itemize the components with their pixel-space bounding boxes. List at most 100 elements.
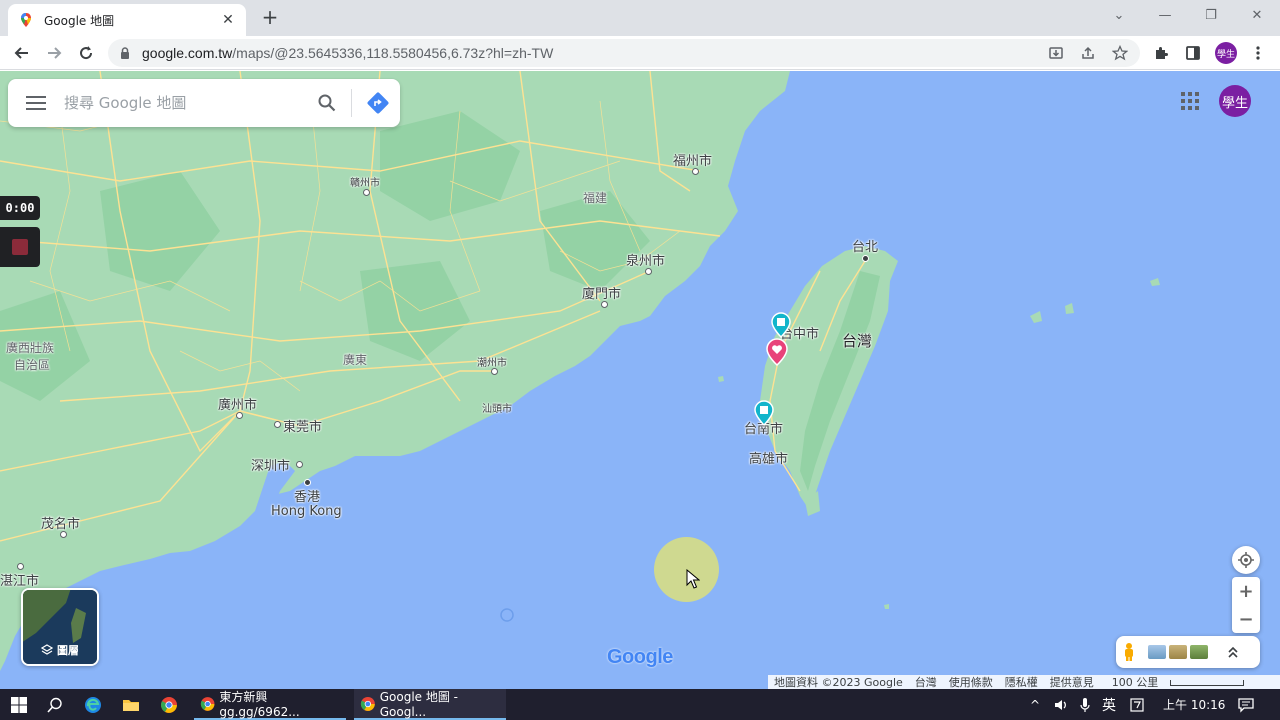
- browser-tab-strip: Google 地圖 ✕ + ⌄ — ❐ ✕: [0, 0, 1280, 36]
- account-avatar[interactable]: 學生: [1219, 85, 1251, 117]
- terms-link[interactable]: 使用條款: [949, 674, 993, 690]
- clock[interactable]: 上午 10:16: [1163, 689, 1225, 720]
- side-panel-icon[interactable]: [1182, 42, 1204, 64]
- map-label-guangdong[interactable]: 廣東: [343, 351, 367, 368]
- window-close-button[interactable]: ✕: [1234, 0, 1280, 30]
- ime-mode-icon[interactable]: [1130, 689, 1144, 720]
- back-button[interactable]: [8, 39, 36, 67]
- edge-button[interactable]: [82, 689, 104, 720]
- map-label-ganzhou[interactable]: 贛州市: [350, 174, 380, 189]
- map-label-hongkong-en[interactable]: Hong Kong: [271, 504, 342, 519]
- install-app-icon[interactable]: [1046, 43, 1066, 63]
- map-canvas[interactable]: 福州市 福建 贛州市 泉州市 廈門市 台北 台中市 台灣 台南市 高雄市 廣西壯…: [0, 71, 1280, 689]
- microphone-icon[interactable]: [1080, 689, 1090, 720]
- taskbar-app-chrome-window-2[interactable]: Google 地圖 - Googl...: [354, 689, 506, 720]
- address-bar[interactable]: google.com.tw/maps/@23.5645336,118.55804…: [108, 39, 1140, 67]
- file-explorer-button[interactable]: [120, 689, 142, 720]
- map-label-quanzhou[interactable]: 泉州市: [626, 250, 665, 269]
- map-label-dongguan[interactable]: 東莞市: [283, 416, 322, 435]
- map-label-kaohsiung[interactable]: 高雄市: [749, 448, 788, 467]
- layers-label: 圖層: [57, 644, 79, 657]
- expand-chevron-icon[interactable]: [1227, 645, 1239, 659]
- map-label-xiamen[interactable]: 廈門市: [582, 283, 621, 302]
- imagery-thumbnail-2[interactable]: [1169, 645, 1187, 659]
- map-label-guangxi-2[interactable]: 自治區: [14, 356, 50, 373]
- map-bottom-tools: [1116, 636, 1260, 668]
- share-icon[interactable]: [1078, 43, 1098, 63]
- city-dot: [236, 412, 243, 419]
- search-icon: [318, 94, 336, 112]
- google-logo: Google: [607, 646, 673, 669]
- browser-tab-google-maps[interactable]: Google 地圖 ✕: [8, 4, 246, 36]
- stop-icon: [12, 239, 28, 255]
- capital-dot: [304, 479, 311, 486]
- google-apps-icon[interactable]: [1178, 89, 1202, 113]
- new-tab-button[interactable]: +: [258, 6, 282, 30]
- layers-button[interactable]: 圖層: [21, 588, 99, 666]
- search-button[interactable]: [307, 79, 347, 127]
- tray-chevron-icon[interactable]: ^: [1030, 689, 1040, 720]
- browser-menu-icon[interactable]: [1247, 42, 1269, 64]
- forward-button[interactable]: [40, 39, 68, 67]
- edge-icon: [85, 696, 101, 713]
- map-label-shenzhen[interactable]: 深圳市: [251, 455, 290, 474]
- map-label-hongkong-zh[interactable]: 香港: [294, 486, 320, 505]
- start-button[interactable]: [6, 689, 32, 720]
- region-link[interactable]: 台灣: [915, 674, 937, 690]
- directions-button[interactable]: [356, 79, 400, 127]
- map-label-fujian[interactable]: 福建: [583, 189, 607, 206]
- imagery-thumbnail-3[interactable]: [1190, 645, 1208, 659]
- taskbar-search-button[interactable]: [44, 689, 66, 720]
- forward-arrow-icon: [48, 47, 62, 59]
- city-dot: [601, 301, 608, 308]
- pegman-icon[interactable]: [1122, 642, 1136, 662]
- tab-search-icon[interactable]: ⌄: [1096, 0, 1142, 30]
- map-label-guangxi-1[interactable]: 廣西壯族: [6, 339, 54, 356]
- url-path: /maps/@23.5645336,118.5580456,6.73z?hl=z…: [232, 45, 554, 61]
- privacy-link[interactable]: 隱私權: [1005, 674, 1038, 690]
- zoom-out-button[interactable]: −: [1232, 605, 1260, 633]
- recorder-stop-button[interactable]: [0, 227, 40, 267]
- saved-place-pin-icon[interactable]: [770, 312, 792, 338]
- bookmark-star-icon[interactable]: [1110, 43, 1130, 63]
- volume-icon[interactable]: [1054, 689, 1068, 720]
- map-label-zhanjiang[interactable]: 湛江市: [0, 570, 39, 589]
- restore-button[interactable]: ❐: [1188, 0, 1234, 30]
- zoom-in-button[interactable]: +: [1232, 577, 1260, 605]
- tab-close-icon[interactable]: ✕: [220, 12, 236, 28]
- imagery-thumbnail-1[interactable]: [1148, 645, 1166, 659]
- url-text: google.com.tw/maps/@23.5645336,118.55804…: [142, 45, 553, 61]
- map-label-shantou[interactable]: 汕頭市: [482, 400, 512, 415]
- city-dot: [296, 461, 303, 468]
- reload-button[interactable]: [72, 39, 100, 67]
- browser-profile-button[interactable]: 學生: [1215, 42, 1237, 64]
- city-dot: [60, 531, 67, 538]
- browser-toolbar: google.com.tw/maps/@23.5645336,118.55804…: [0, 36, 1280, 70]
- windows-logo-icon: [11, 696, 27, 713]
- mouse-cursor-icon: [686, 569, 700, 589]
- directions-icon: [367, 92, 389, 114]
- saved-place-pin-icon[interactable]: [753, 400, 775, 426]
- taskbar-app-chrome-window-1[interactable]: 東方新興 gg.gg/6962...: [194, 689, 346, 720]
- ime-indicator[interactable]: 英: [1102, 689, 1116, 720]
- my-location-button[interactable]: [1232, 546, 1260, 574]
- map-label-guangzhou[interactable]: 廣州市: [218, 394, 257, 413]
- favorite-heart-pin-icon[interactable]: [766, 338, 788, 366]
- map-label-chaozhou[interactable]: 潮州市: [477, 354, 507, 369]
- hamburger-menu-button[interactable]: [8, 79, 64, 127]
- map-label-fuzhou[interactable]: 福州市: [673, 150, 712, 169]
- map-label-taiwan[interactable]: 台灣: [842, 330, 872, 351]
- map-label-maoming[interactable]: 茂名市: [41, 513, 80, 532]
- map-label-taipei[interactable]: 台北: [852, 236, 878, 255]
- minimize-button[interactable]: —: [1142, 0, 1188, 30]
- scale-indicator[interactable]: 100 公里: [1106, 674, 1251, 690]
- notification-icon[interactable]: [1238, 689, 1254, 720]
- chrome-button[interactable]: [158, 689, 180, 720]
- feedback-link[interactable]: 提供意見: [1050, 674, 1094, 690]
- city-dot: [645, 268, 652, 275]
- search-input[interactable]: [64, 94, 307, 112]
- chrome-icon: [360, 696, 375, 711]
- extensions-icon[interactable]: [1150, 42, 1172, 64]
- search-box: [8, 79, 400, 127]
- map-data-credit[interactable]: 地圖資料 ©2023 Google: [774, 674, 903, 690]
